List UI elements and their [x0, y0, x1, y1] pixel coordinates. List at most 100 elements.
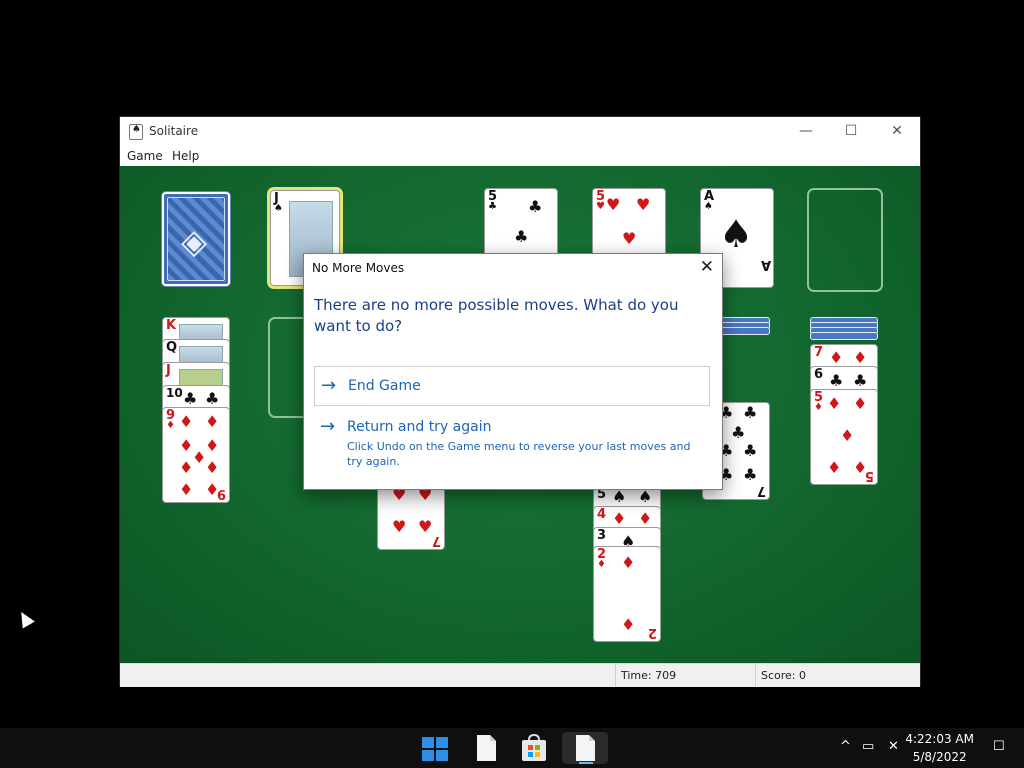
card-pip: ♦ — [853, 348, 868, 367]
card-pip: ♣ — [514, 227, 529, 246]
network-icon[interactable]: ▭ — [862, 739, 874, 754]
card-rank-bottom: 9 — [216, 486, 226, 501]
card-pip: ♣ — [731, 423, 746, 442]
foundation-4-empty[interactable] — [807, 188, 883, 292]
card-pip: ♦ — [179, 480, 194, 499]
volume-muted-icon[interactable]: ✕ — [888, 739, 899, 754]
start-icon[interactable] — [418, 732, 452, 764]
card-rank-bottom: 2 — [647, 625, 657, 640]
time-value: 709 — [655, 669, 677, 682]
title-bar[interactable]: Solitaire — ☐ ✕ — [120, 117, 920, 145]
arrow-right-icon: → — [321, 375, 337, 396]
status-bar: Time: 709 Score: 0 — [120, 663, 920, 687]
card-rank: 6 — [814, 367, 824, 382]
card-suit: ♦ — [814, 402, 823, 413]
card-pip: ♥ — [418, 517, 433, 536]
tableau-1-card-9[interactable]: 9 ♦ ♦ ♦ ♦ ♦ ♦ ♦ ♦ ♦ ♦ 9 — [162, 407, 230, 503]
card-pip: ♣ — [205, 389, 220, 408]
no-more-moves-dialog: No More Moves ✕ There are no more possib… — [303, 253, 723, 490]
window-title: Solitaire — [149, 124, 199, 138]
end-game-label: End Game — [348, 378, 421, 394]
card-pip: ♦ — [840, 426, 855, 445]
minimize-button[interactable]: — — [783, 117, 829, 145]
card-pip: ♥ — [636, 195, 651, 214]
taskbar: ^ ▭ ✕ 4:22:03 AM 5/8/2022 ☐ — [0, 728, 1024, 768]
return-and-try-again-label: Return and try again — [347, 419, 492, 435]
solitaire-app-icon — [129, 124, 143, 140]
notification-icon[interactable]: ☐ — [993, 739, 1005, 754]
tableau-7-card-5[interactable]: 5 ♦ ♦ ♦ ♦ ♦ ♦ 5 — [810, 389, 878, 485]
score-label: Score: — [761, 669, 796, 682]
card-pip: ♥ — [622, 229, 637, 248]
card-rank: Q — [166, 340, 178, 355]
card-pip: ♠ — [719, 212, 754, 256]
clock-time: 4:22:03 AM — [905, 732, 974, 746]
card-rank: 4 — [597, 507, 607, 522]
card-suit: ♠ — [704, 201, 713, 212]
tableau-5-card-2[interactable]: 2 ♦ ♦ ♦ 2 — [593, 546, 661, 642]
time-label: Time: — [621, 669, 652, 682]
card-pip: ♣ — [853, 371, 868, 390]
card-pip: ♦ — [205, 436, 220, 455]
card-pip: ♣ — [743, 465, 758, 484]
end-game-button[interactable]: → End Game — [314, 366, 710, 406]
card-rank-bottom: 5 — [864, 468, 874, 483]
card-pip: ♣ — [528, 197, 543, 216]
card-pip: ♦ — [205, 458, 220, 477]
clock-date: 5/8/2022 — [912, 750, 967, 764]
card-pip: ♦ — [827, 394, 842, 413]
card-pip: ♦ — [179, 412, 194, 431]
card-pip: ♣ — [829, 371, 844, 390]
menu-game[interactable]: Game — [127, 149, 163, 163]
tableau-7-facedown — [810, 332, 878, 340]
menu-bar: Game Help — [120, 145, 920, 166]
card-rank: 7 — [814, 345, 824, 360]
card-pip: ♣ — [743, 403, 758, 422]
return-and-try-again-button[interactable]: → Return and try again Click Undo on the… — [314, 414, 710, 469]
card-pip: ♣ — [743, 441, 758, 460]
dialog-message: There are no more possible moves. What d… — [314, 296, 679, 335]
card-pip: ♦ — [179, 458, 194, 477]
card-pip: ♠ — [612, 487, 627, 506]
store-icon[interactable] — [517, 732, 551, 764]
dialog-close-button[interactable]: ✕ — [700, 257, 714, 277]
card-pip: ♦ — [829, 348, 844, 367]
mouse-cursor-icon — [15, 608, 35, 629]
card-suit: ♣ — [488, 201, 497, 212]
card-pip: ♦ — [827, 458, 842, 477]
card-pip: ♦ — [612, 509, 627, 528]
card-pip: ♥ — [392, 517, 407, 536]
time-readout: Time: 709 — [615, 664, 755, 687]
card-rank-bottom: 7 — [756, 483, 766, 498]
close-button[interactable]: ✕ — [874, 117, 920, 145]
card-rank: 3 — [597, 528, 607, 543]
card-rank: 10 — [166, 386, 183, 400]
card-pip: ♣ — [183, 389, 198, 408]
card-rank-bottom: 7 — [431, 533, 441, 548]
card-pip: ♦ — [853, 394, 868, 413]
card-pip: ♦ — [205, 412, 220, 431]
card-suit: ♠ — [274, 203, 283, 214]
card-suit: ♦ — [166, 420, 175, 431]
card-pip: ♠ — [638, 487, 653, 506]
menu-help[interactable]: Help — [172, 149, 199, 163]
maximize-button[interactable]: ☐ — [828, 117, 874, 145]
score-value: 0 — [799, 669, 807, 682]
card-suit: ♦ — [597, 559, 606, 570]
arrow-right-icon: → — [320, 416, 336, 437]
card-pip: ♥ — [606, 195, 621, 214]
dialog-title: No More Moves — [312, 261, 405, 275]
card-rank-bottom: A — [760, 257, 771, 272]
card-pip: ♦ — [638, 509, 653, 528]
file-icon[interactable] — [469, 732, 503, 764]
card-suit: ♥ — [596, 201, 605, 212]
score-readout: Score: 0 — [755, 664, 920, 687]
chevron-up-icon[interactable]: ^ — [840, 739, 851, 754]
stock-pile[interactable] — [162, 192, 230, 286]
file-icon[interactable] — [562, 732, 608, 764]
card-pip: ♦ — [621, 615, 636, 634]
card-pip: ♦ — [621, 553, 636, 572]
return-and-try-again-description: Click Undo on the Game menu to reverse y… — [347, 440, 691, 468]
card-rank: J — [166, 363, 171, 378]
clock[interactable]: 4:22:03 AM 5/8/2022 — [905, 730, 974, 766]
